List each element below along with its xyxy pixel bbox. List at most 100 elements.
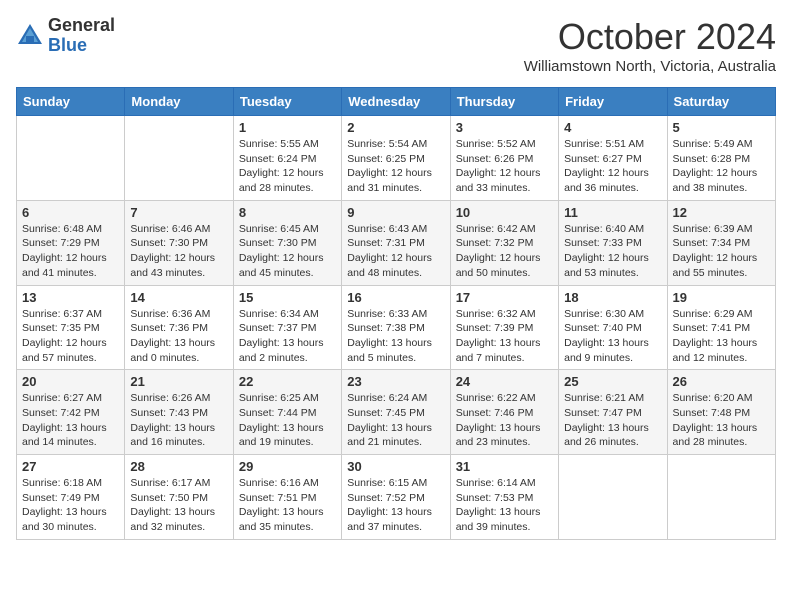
weekday-header-wednesday: Wednesday	[342, 88, 450, 116]
day-number: 1	[239, 120, 336, 135]
day-number: 25	[564, 374, 661, 389]
day-info: Sunrise: 6:22 AM Sunset: 7:46 PM Dayligh…	[456, 391, 553, 450]
day-info: Sunrise: 6:42 AM Sunset: 7:32 PM Dayligh…	[456, 222, 553, 281]
day-number: 10	[456, 205, 553, 220]
day-info: Sunrise: 6:15 AM Sunset: 7:52 PM Dayligh…	[347, 476, 444, 535]
logo-text: General Blue	[48, 16, 115, 56]
day-info: Sunrise: 6:14 AM Sunset: 7:53 PM Dayligh…	[456, 476, 553, 535]
day-number: 5	[673, 120, 770, 135]
day-info: Sunrise: 5:54 AM Sunset: 6:25 PM Dayligh…	[347, 137, 444, 196]
calendar-cell: 30 Sunrise: 6:15 AM Sunset: 7:52 PM Dayli…	[342, 455, 450, 540]
calendar-cell: 27Sunrise: 6:18 AM Sunset: 7:49 PM Dayli…	[17, 455, 125, 540]
day-number: 13	[22, 290, 119, 305]
calendar-cell: 23 Sunrise: 6:24 AM Sunset: 7:45 PM Dayli…	[342, 370, 450, 455]
day-number: 7	[130, 205, 227, 220]
day-number: 6	[22, 205, 119, 220]
calendar-cell: 14 Sunrise: 6:36 AM Sunset: 7:36 PM Dayli…	[125, 285, 233, 370]
calendar-cell	[125, 116, 233, 201]
calendar-cell: 19Sunrise: 6:29 AM Sunset: 7:41 PM Dayli…	[667, 285, 775, 370]
calendar-week-row: 13 Sunrise: 6:37 AM Sunset: 7:35 PM Dayli…	[17, 285, 776, 370]
day-number: 14	[130, 290, 227, 305]
day-info: Sunrise: 6:25 AM Sunset: 7:44 PM Dayligh…	[239, 391, 336, 450]
calendar-cell: 15 Sunrise: 6:34 AM Sunset: 7:37 PM Dayli…	[233, 285, 341, 370]
day-info: Sunrise: 6:17 AM Sunset: 7:50 PM Dayligh…	[130, 476, 227, 535]
month-title: October 2024	[524, 16, 776, 58]
day-info: Sunrise: 6:24 AM Sunset: 7:45 PM Dayligh…	[347, 391, 444, 450]
day-number: 9	[347, 205, 444, 220]
calendar-week-row: 20 Sunrise: 6:27 AM Sunset: 7:42 PM Dayli…	[17, 370, 776, 455]
day-info: Sunrise: 6:36 AM Sunset: 7:36 PM Dayligh…	[130, 307, 227, 366]
calendar-cell: 2 Sunrise: 5:54 AM Sunset: 6:25 PM Daylig…	[342, 116, 450, 201]
day-number: 11	[564, 205, 661, 220]
day-info: Sunrise: 6:34 AM Sunset: 7:37 PM Dayligh…	[239, 307, 336, 366]
day-info: Sunrise: 6:30 AM Sunset: 7:40 PM Dayligh…	[564, 307, 661, 366]
day-info: Sunrise: 5:51 AM Sunset: 6:27 PM Dayligh…	[564, 137, 661, 196]
calendar-cell: 11Sunrise: 6:40 AM Sunset: 7:33 PM Dayli…	[559, 200, 667, 285]
calendar-week-row: 27Sunrise: 6:18 AM Sunset: 7:49 PM Dayli…	[17, 455, 776, 540]
calendar-cell: 29Sunrise: 6:16 AM Sunset: 7:51 PM Dayli…	[233, 455, 341, 540]
day-number: 8	[239, 205, 336, 220]
day-number: 22	[239, 374, 336, 389]
day-number: 18	[564, 290, 661, 305]
calendar-cell: 20 Sunrise: 6:27 AM Sunset: 7:42 PM Dayli…	[17, 370, 125, 455]
weekday-header-saturday: Saturday	[667, 88, 775, 116]
logo-blue-text: Blue	[48, 36, 115, 56]
calendar-cell	[559, 455, 667, 540]
day-number: 2	[347, 120, 444, 135]
calendar-cell: 16Sunrise: 6:33 AM Sunset: 7:38 PM Dayli…	[342, 285, 450, 370]
calendar-cell: 26 Sunrise: 6:20 AM Sunset: 7:48 PM Dayli…	[667, 370, 775, 455]
calendar-cell: 22 Sunrise: 6:25 AM Sunset: 7:44 PM Dayli…	[233, 370, 341, 455]
day-number: 29	[239, 459, 336, 474]
day-info: Sunrise: 6:37 AM Sunset: 7:35 PM Dayligh…	[22, 307, 119, 366]
calendar-cell: 17 Sunrise: 6:32 AM Sunset: 7:39 PM Dayli…	[450, 285, 558, 370]
day-number: 24	[456, 374, 553, 389]
day-info: Sunrise: 6:43 AM Sunset: 7:31 PM Dayligh…	[347, 222, 444, 281]
day-info: Sunrise: 6:46 AM Sunset: 7:30 PM Dayligh…	[130, 222, 227, 281]
day-number: 17	[456, 290, 553, 305]
weekday-header-tuesday: Tuesday	[233, 88, 341, 116]
calendar-cell	[17, 116, 125, 201]
calendar-week-row: 1Sunrise: 5:55 AM Sunset: 6:24 PM Daylig…	[17, 116, 776, 201]
calendar-cell: 7 Sunrise: 6:46 AM Sunset: 7:30 PM Daylig…	[125, 200, 233, 285]
location-title: Williamstown North, Victoria, Australia	[524, 58, 776, 75]
calendar-cell: 1Sunrise: 5:55 AM Sunset: 6:24 PM Daylig…	[233, 116, 341, 201]
logo-icon	[16, 22, 44, 50]
day-number: 4	[564, 120, 661, 135]
calendar-cell: 5 Sunrise: 5:49 AM Sunset: 6:28 PM Daylig…	[667, 116, 775, 201]
day-number: 26	[673, 374, 770, 389]
day-info: Sunrise: 5:52 AM Sunset: 6:26 PM Dayligh…	[456, 137, 553, 196]
day-number: 20	[22, 374, 119, 389]
calendar-cell: 9 Sunrise: 6:43 AM Sunset: 7:31 PM Daylig…	[342, 200, 450, 285]
day-info: Sunrise: 6:45 AM Sunset: 7:30 PM Dayligh…	[239, 222, 336, 281]
day-number: 15	[239, 290, 336, 305]
weekday-header-thursday: Thursday	[450, 88, 558, 116]
calendar-cell: 18 Sunrise: 6:30 AM Sunset: 7:40 PM Dayli…	[559, 285, 667, 370]
calendar-cell: 21Sunrise: 6:26 AM Sunset: 7:43 PM Dayli…	[125, 370, 233, 455]
day-info: Sunrise: 6:21 AM Sunset: 7:47 PM Dayligh…	[564, 391, 661, 450]
day-info: Sunrise: 6:48 AM Sunset: 7:29 PM Dayligh…	[22, 222, 119, 281]
calendar-cell: 25 Sunrise: 6:21 AM Sunset: 7:47 PM Dayli…	[559, 370, 667, 455]
day-number: 30	[347, 459, 444, 474]
title-section: October 2024 Williamstown North, Victori…	[524, 16, 776, 75]
logo-general-text: General	[48, 16, 115, 36]
day-number: 12	[673, 205, 770, 220]
calendar-cell: 13 Sunrise: 6:37 AM Sunset: 7:35 PM Dayli…	[17, 285, 125, 370]
weekday-header-sunday: Sunday	[17, 88, 125, 116]
day-info: Sunrise: 6:32 AM Sunset: 7:39 PM Dayligh…	[456, 307, 553, 366]
page-header: General Blue October 2024 Williamstown N…	[16, 16, 776, 75]
calendar-cell: 28Sunrise: 6:17 AM Sunset: 7:50 PM Dayli…	[125, 455, 233, 540]
calendar-cell: 6 Sunrise: 6:48 AM Sunset: 7:29 PM Daylig…	[17, 200, 125, 285]
day-number: 23	[347, 374, 444, 389]
calendar-cell: 3Sunrise: 5:52 AM Sunset: 6:26 PM Daylig…	[450, 116, 558, 201]
calendar-cell: 8 Sunrise: 6:45 AM Sunset: 7:30 PM Daylig…	[233, 200, 341, 285]
calendar-cell: 24 Sunrise: 6:22 AM Sunset: 7:46 PM Dayli…	[450, 370, 558, 455]
day-number: 27	[22, 459, 119, 474]
day-info: Sunrise: 6:20 AM Sunset: 7:48 PM Dayligh…	[673, 391, 770, 450]
day-info: Sunrise: 5:49 AM Sunset: 6:28 PM Dayligh…	[673, 137, 770, 196]
day-info: Sunrise: 6:39 AM Sunset: 7:34 PM Dayligh…	[673, 222, 770, 281]
day-info: Sunrise: 6:27 AM Sunset: 7:42 PM Dayligh…	[22, 391, 119, 450]
day-info: Sunrise: 6:29 AM Sunset: 7:41 PM Dayligh…	[673, 307, 770, 366]
calendar-cell: 10 Sunrise: 6:42 AM Sunset: 7:32 PM Dayli…	[450, 200, 558, 285]
weekday-header-monday: Monday	[125, 88, 233, 116]
day-info: Sunrise: 6:33 AM Sunset: 7:38 PM Dayligh…	[347, 307, 444, 366]
